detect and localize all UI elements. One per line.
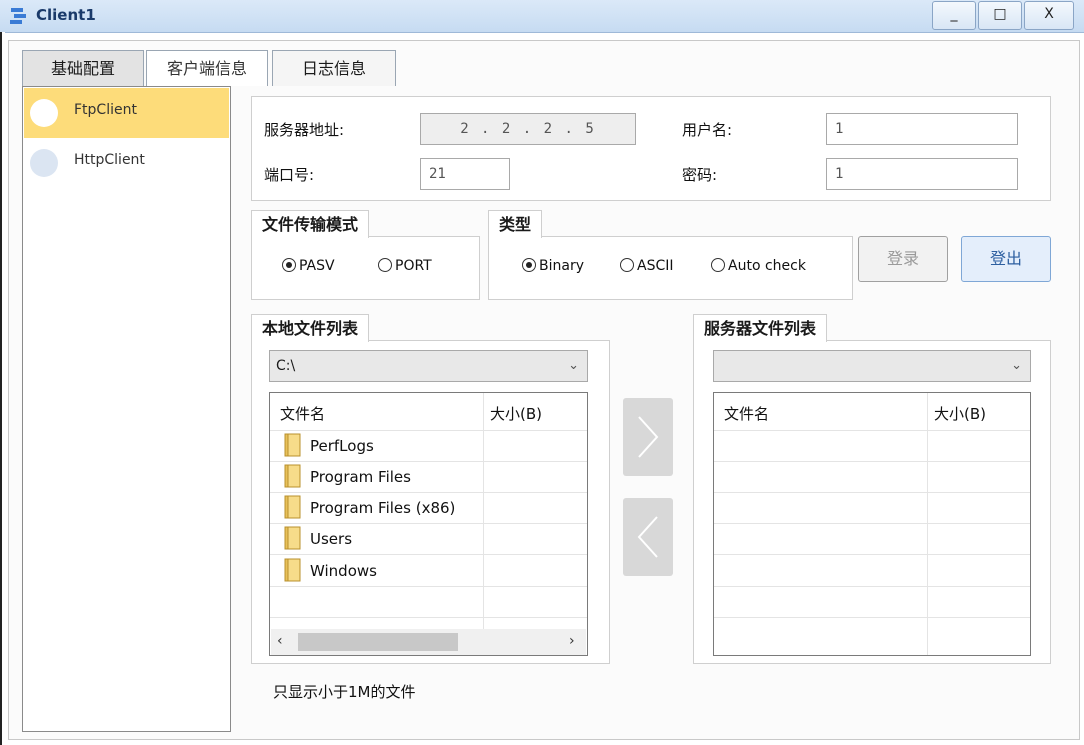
title-bar	[0, 0, 1084, 33]
client-type-list: FtpClient HttpClient	[22, 86, 231, 732]
row-divider	[270, 430, 587, 431]
port-field[interactable]: 21	[420, 158, 510, 190]
chevron-down-icon: ⌄	[1011, 358, 1022, 373]
row-divider	[270, 461, 587, 462]
folder-icon	[284, 464, 301, 488]
radio-label: PORT	[395, 258, 432, 274]
row-divider	[714, 492, 1030, 493]
radio-unchecked-icon	[620, 258, 634, 272]
chevron-right-icon	[638, 416, 659, 458]
scroll-right-icon[interactable]: ›	[569, 633, 575, 649]
tab-basic-config[interactable]: 基础配置	[22, 50, 144, 86]
remote-path-dropdown[interactable]: ⌄	[713, 350, 1031, 382]
server-address-field[interactable]: 2 . 2 . 2 . 5	[420, 113, 636, 145]
column-header-name[interactable]: 文件名	[724, 403, 769, 424]
file-row-program-files[interactable]: Program Files	[283, 464, 478, 490]
radio-auto-check[interactable]: Auto check	[711, 258, 806, 274]
upload-arrow-button[interactable]	[623, 398, 673, 476]
radio-label: Auto check	[728, 258, 806, 274]
remote-files-title: 服务器文件列表	[693, 314, 828, 342]
list-item-ftpclient[interactable]: FtpClient	[24, 88, 229, 138]
row-divider	[270, 523, 587, 524]
radio-checked-icon	[522, 258, 536, 272]
folder-icon	[284, 558, 301, 582]
radio-binary[interactable]: Binary	[522, 258, 584, 274]
list-item-label: HttpClient	[74, 152, 145, 168]
file-row-windows[interactable]: Windows	[283, 558, 478, 584]
column-divider	[483, 393, 484, 629]
file-name: Program Files (x86)	[310, 499, 456, 517]
tab-client-info[interactable]: 客户端信息	[146, 50, 268, 86]
row-divider	[714, 461, 1030, 462]
local-files-title: 本地文件列表	[251, 314, 370, 342]
radio-port[interactable]: PORT	[378, 258, 432, 274]
column-header-size[interactable]: 大小(B)	[490, 403, 542, 424]
column-header-size[interactable]: 大小(B)	[934, 403, 986, 424]
local-file-table: 文件名 大小(B) PerfLogs Program Files Program…	[269, 392, 588, 656]
row-divider	[714, 523, 1030, 524]
radio-label: PASV	[299, 258, 335, 274]
row-divider	[714, 617, 1030, 618]
password-field[interactable]: 1	[826, 158, 1018, 190]
radio-pasv[interactable]: PASV	[282, 258, 335, 274]
chevron-left-icon	[637, 516, 658, 558]
column-header-name[interactable]: 文件名	[280, 403, 325, 424]
download-arrow-button[interactable]	[623, 498, 673, 576]
server-address-label: 服务器地址:	[264, 121, 345, 139]
scrollbar-thumb[interactable]	[298, 633, 458, 651]
radio-ascii[interactable]: ASCII	[620, 258, 674, 274]
file-row-perflogs[interactable]: PerfLogs	[283, 433, 478, 459]
row-divider	[714, 586, 1030, 587]
column-divider	[927, 393, 928, 655]
window-title: Client1	[36, 6, 96, 24]
folder-icon	[284, 526, 301, 550]
row-divider	[714, 430, 1030, 431]
row-divider	[270, 554, 587, 555]
radio-label: ASCII	[637, 258, 674, 274]
row-divider	[270, 492, 587, 493]
file-name: PerfLogs	[310, 437, 374, 455]
minimize-button[interactable]: _	[932, 1, 976, 30]
horizontal-scrollbar[interactable]: ‹ ›	[271, 629, 586, 655]
file-name: Program Files	[310, 468, 411, 486]
folder-icon	[284, 433, 301, 457]
login-button[interactable]: 登录	[858, 236, 948, 282]
maximize-button[interactable]: □	[978, 1, 1022, 30]
local-path-dropdown[interactable]: C:\ ⌄	[269, 350, 588, 382]
file-row-program-files-x86[interactable]: Program Files (x86)	[283, 495, 478, 521]
chevron-down-icon: ⌄	[568, 358, 579, 373]
client-dot-icon	[30, 149, 58, 177]
radio-checked-icon	[282, 258, 296, 272]
window-border	[0, 32, 5, 745]
file-name: Windows	[310, 562, 377, 580]
radio-label: Binary	[539, 258, 584, 274]
file-size-hint: 只显示小于1M的文件	[273, 683, 416, 701]
client-dot-icon	[30, 99, 58, 127]
logout-button[interactable]: 登出	[961, 236, 1051, 282]
radio-unchecked-icon	[378, 258, 392, 272]
remote-file-table: 文件名 大小(B)	[713, 392, 1031, 656]
close-button[interactable]: X	[1024, 1, 1074, 30]
list-item-label: FtpClient	[74, 102, 137, 118]
radio-unchecked-icon	[711, 258, 725, 272]
type-title: 类型	[488, 210, 543, 238]
folder-icon	[284, 495, 301, 519]
username-field[interactable]: 1	[826, 113, 1018, 145]
password-label: 密码:	[682, 166, 718, 184]
tab-log-info[interactable]: 日志信息	[272, 50, 396, 86]
row-divider	[714, 554, 1030, 555]
port-label: 端口号:	[264, 166, 315, 184]
row-divider	[270, 586, 587, 587]
file-name: Users	[310, 530, 353, 548]
list-item-httpclient[interactable]: HttpClient	[24, 138, 229, 188]
username-label: 用户名:	[682, 121, 733, 139]
row-divider	[270, 617, 587, 618]
client-app-icon	[10, 8, 26, 24]
scroll-left-icon[interactable]: ‹	[277, 633, 283, 649]
transfer-mode-title: 文件传输模式	[251, 210, 370, 238]
local-path-value: C:\	[276, 358, 296, 374]
file-row-users[interactable]: Users	[283, 526, 478, 552]
